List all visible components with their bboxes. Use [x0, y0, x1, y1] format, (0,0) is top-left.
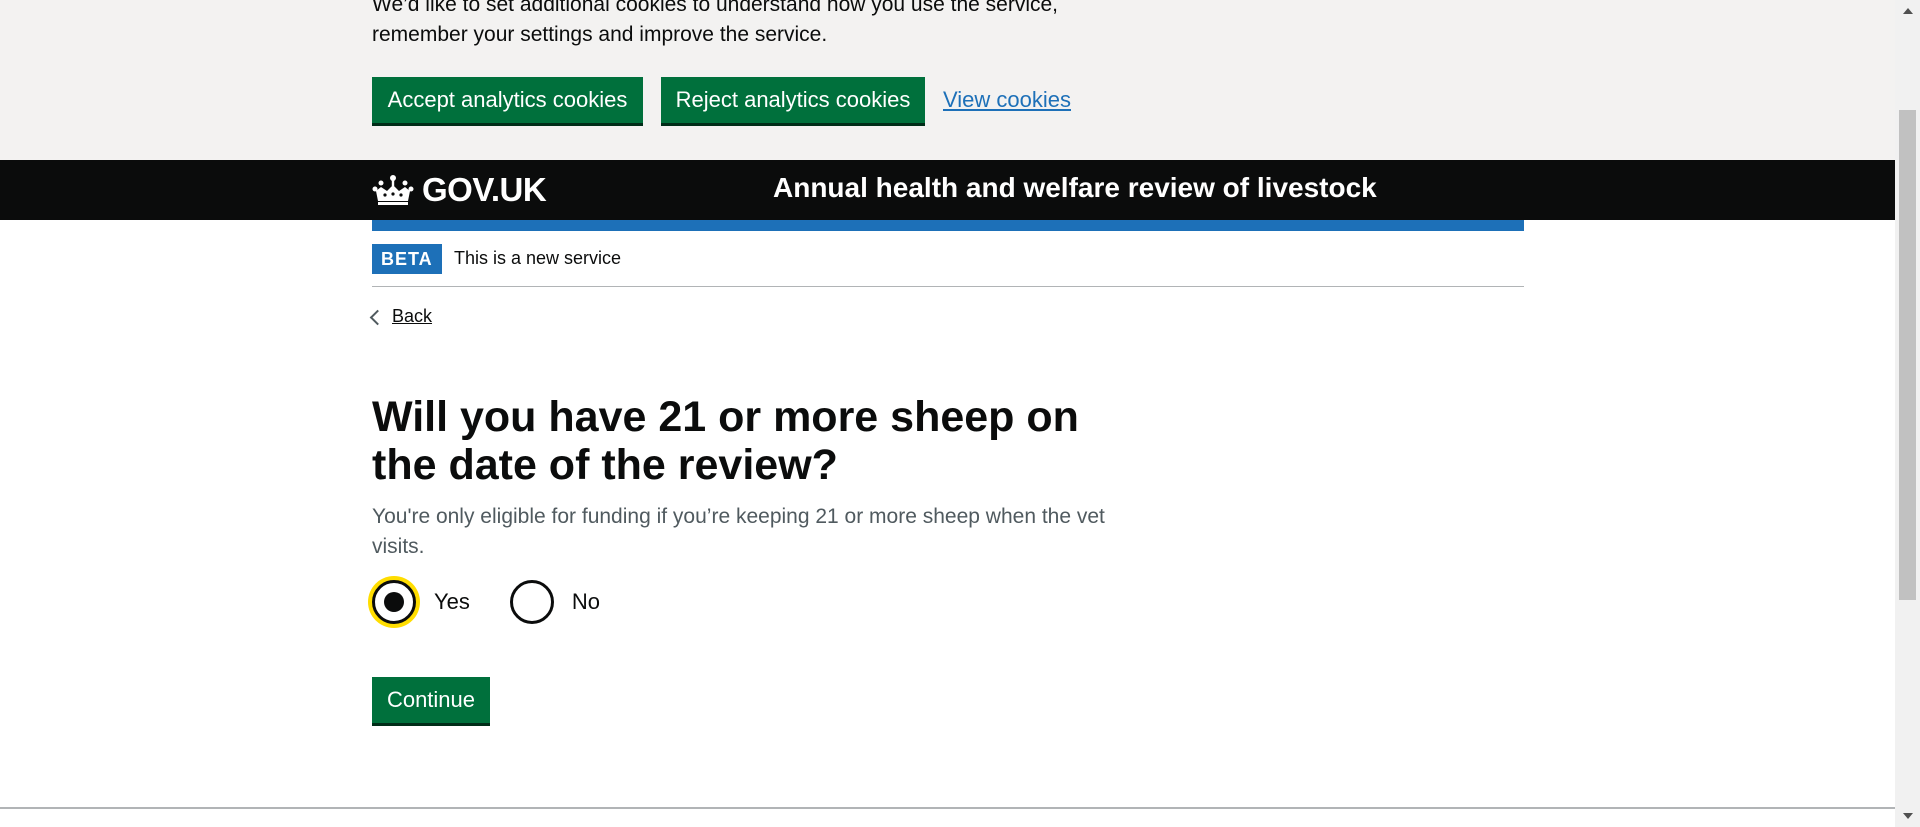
service-name-link[interactable]: Annual health and welfare review of live… — [773, 172, 1377, 204]
cookie-banner-text: We’d like to set additional cookies to u… — [372, 0, 1059, 46]
radio-yes[interactable] — [372, 580, 416, 624]
page: We’d like to set additional cookies to u… — [0, 0, 1895, 827]
radio-option-no[interactable]: No — [509, 580, 600, 624]
cookie-banner: We’d like to set additional cookies to u… — [0, 0, 1895, 160]
beta-tag: BETA — [372, 244, 442, 274]
question-heading: Will you have 21 or more sheep on the da… — [372, 393, 1079, 489]
radio-option-yes[interactable]: Yes — [372, 580, 470, 624]
continue-button[interactable]: Continue — [372, 677, 490, 723]
radio-yes-label[interactable]: Yes — [434, 589, 470, 615]
radio-selected-dot — [384, 592, 404, 612]
back-link[interactable]: Back — [369, 306, 433, 327]
radio-group: Yes No — [372, 580, 640, 624]
reject-analytics-cookies-button[interactable]: Reject analytics cookies — [661, 77, 925, 123]
view-cookies-link[interactable]: View cookies — [943, 87, 1071, 113]
chevron-left-icon — [369, 309, 386, 325]
radio-no[interactable] — [509, 580, 554, 624]
scroll-down-arrow-icon[interactable] — [1903, 813, 1913, 819]
scroll-up-arrow-icon[interactable] — [1903, 8, 1913, 14]
header-blue-bar — [372, 220, 1524, 231]
govuk-logo-text: GOV.UK — [422, 171, 547, 208]
crown-icon — [372, 175, 414, 205]
phase-banner-text: This is a new service — [454, 248, 622, 268]
govuk-logo-link[interactable]: GOV.UK — [372, 168, 547, 212]
question-hint: You're only eligible for funding if you’… — [372, 505, 1105, 558]
accept-analytics-cookies-button[interactable]: Accept analytics cookies — [372, 77, 643, 123]
vertical-scrollbar[interactable] — [1895, 0, 1920, 827]
govuk-header: GOV.UK Annual health and welfare review … — [0, 160, 1895, 220]
scrollbar-thumb[interactable] — [1899, 110, 1916, 600]
phase-banner: BETA This is a new service — [372, 244, 1524, 287]
footer-border — [0, 807, 1895, 809]
back-link-label: Back — [392, 306, 433, 326]
radio-no-label[interactable]: No — [572, 589, 600, 615]
